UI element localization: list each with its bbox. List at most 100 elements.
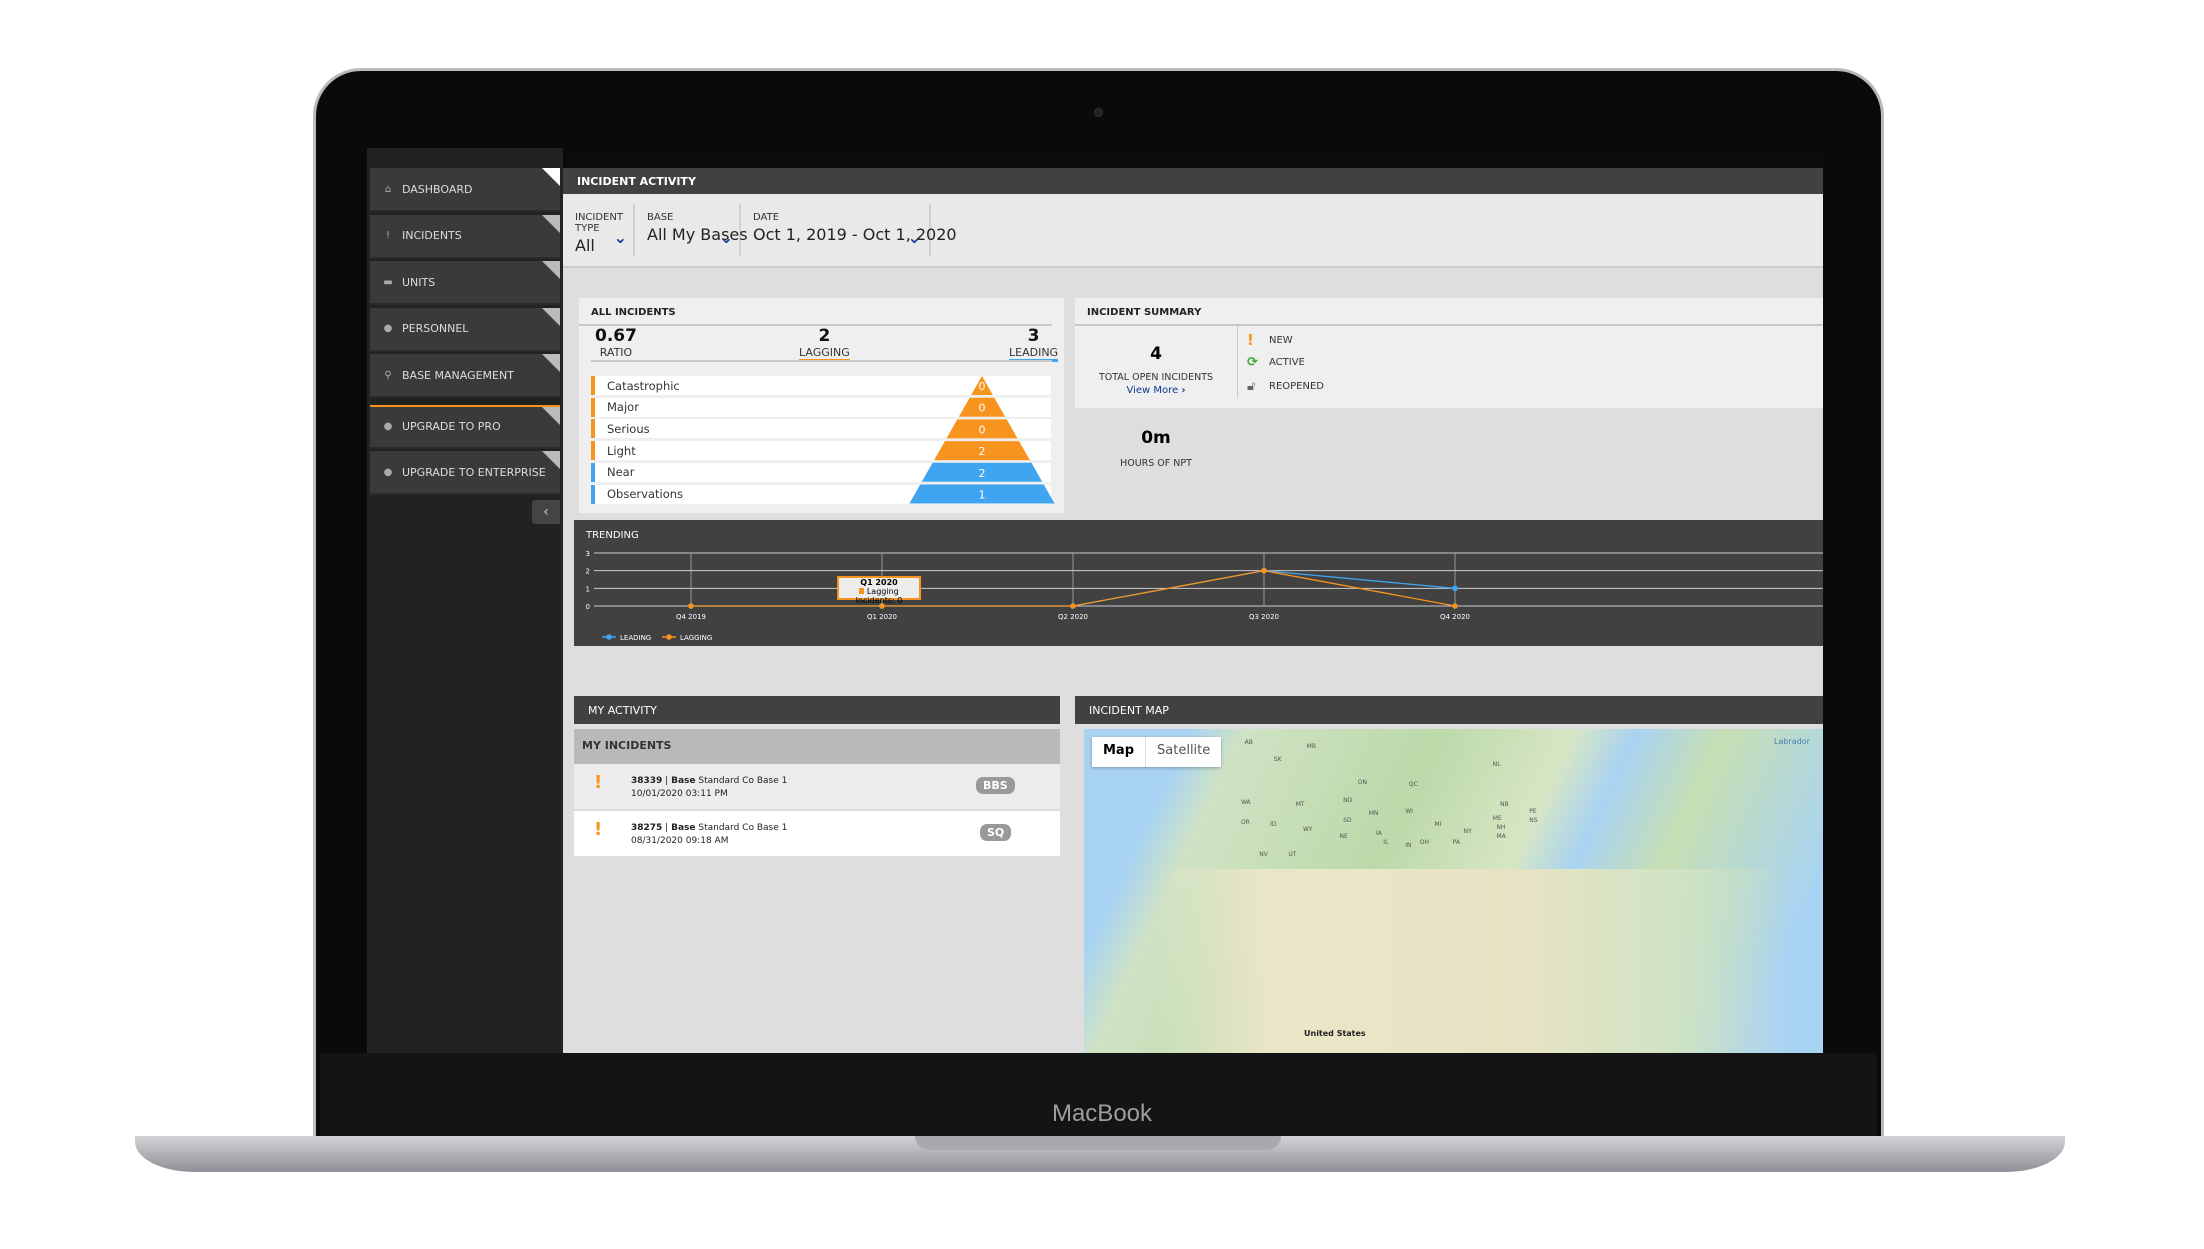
incident-map[interactable]: AB MB SK ON QC NL Labrador WA MT ND MN OR ID WY SD WI MI… xyxy=(1084,729,1823,1053)
chevron-left-icon[interactable]: ‹ xyxy=(532,500,560,524)
incident-type-badge: SQ xyxy=(980,824,1012,841)
map-label: MI xyxy=(1434,821,1442,829)
sidebar-item-label: UNITS xyxy=(402,275,436,289)
chevron-down-icon: ⌄ xyxy=(907,228,921,247)
data-point[interactable] xyxy=(1452,603,1458,609)
map-label: IA xyxy=(1376,830,1382,838)
divider xyxy=(1237,326,1238,398)
legend-label[interactable]: LEADING xyxy=(620,634,651,642)
map-label: NE xyxy=(1339,832,1348,840)
map-label: NV xyxy=(1259,850,1268,858)
chevron-right-icon: › xyxy=(1181,385,1186,396)
sidebar-item-label: INCIDENTS xyxy=(402,229,462,242)
map-label: MA xyxy=(1496,832,1506,840)
my-activity-header: MY ACTIVITY xyxy=(574,696,1060,724)
legend-marker xyxy=(606,634,612,640)
y-tick-label: 1 xyxy=(586,585,590,593)
filter-value: Oct 1, 2019 - Oct 1, 2020 xyxy=(753,225,957,244)
status-reopened: 🔓︎ REOPENED xyxy=(1247,379,1324,394)
x-tick-label: Q4 2019 xyxy=(676,613,706,621)
my-incidents-header: MY INCIDENTS xyxy=(574,729,1060,764)
badge-icon: ● xyxy=(383,421,393,432)
person-icon: ● xyxy=(383,323,393,334)
data-point[interactable] xyxy=(1452,585,1458,592)
npt-label: HOURS OF NPT xyxy=(1120,458,1192,469)
satellite-button[interactable]: Satellite xyxy=(1145,737,1221,767)
incident-list-item[interactable]: ! 38339 | Base Standard Co Base 1 10/01/… xyxy=(574,764,1060,809)
corner-marker xyxy=(542,354,560,372)
map-label: WI xyxy=(1405,807,1413,815)
laptop-notch xyxy=(915,1136,1281,1150)
data-point[interactable] xyxy=(688,603,694,609)
pyramid-value: 0 xyxy=(979,423,986,436)
map-label: ME xyxy=(1492,814,1502,822)
brand-label: MacBook xyxy=(1051,1100,1153,1127)
date-select[interactable]: DATE Oct 1, 2019 - Oct 1, 2020 ⌄ xyxy=(741,204,957,256)
data-point[interactable] xyxy=(1070,603,1076,609)
map-label: United States xyxy=(1304,1029,1366,1038)
sidebar-item-label: BASE MANAGEMENT xyxy=(402,368,514,382)
corner-marker xyxy=(542,261,560,279)
main-content: INCIDENT ACTIVITY INCIDENT TYPE All ⌄ BA… xyxy=(563,168,1823,1053)
map-label: ND xyxy=(1343,796,1353,804)
map-label: NB xyxy=(1500,801,1509,808)
exclamation-icon: ! xyxy=(385,230,390,241)
view-more-text: View More xyxy=(1126,385,1179,396)
truck-icon: ▬ xyxy=(383,276,393,288)
map-label: NS xyxy=(1529,816,1538,824)
sidebar-item-dashboard[interactable]: ⌂ DASHBOARD xyxy=(370,168,560,212)
map-label: QC xyxy=(1408,780,1418,788)
incident-type-badge: BBS xyxy=(976,777,1015,794)
sidebar-item-units[interactable]: ▬ UNITS xyxy=(370,261,560,305)
sidebar-item-upgrade-to-pro[interactable]: ● UPGRADE TO PRO xyxy=(370,404,560,449)
map-label: PA xyxy=(1452,839,1460,847)
incident-map-header: INCIDENT MAP xyxy=(1075,696,1823,724)
incident-id: 38275 xyxy=(631,823,663,833)
base-name: Standard Co Base 1 xyxy=(698,776,788,786)
sidebar-item-label: DASHBOARD xyxy=(402,182,473,196)
sidebar-item-label: UPGRADE TO ENTERPRISE xyxy=(402,465,546,479)
map-label: IL xyxy=(1383,839,1389,847)
chart-tooltip: Q1 2020 Lagging Incidents: 0 xyxy=(837,576,921,605)
filter-label: DATE xyxy=(753,212,780,223)
base-name: Standard Co Base 1 xyxy=(698,823,788,833)
legend-label[interactable]: LAGGING xyxy=(680,634,712,642)
pyramid-value: 1 xyxy=(979,489,986,502)
pyramid-value: 2 xyxy=(979,445,986,458)
status-active: ⟳ ACTIVE xyxy=(1247,355,1305,370)
map-label: IN xyxy=(1405,841,1412,849)
sidebar-item-incidents[interactable]: ! INCIDENTS xyxy=(370,214,560,259)
map-label: MT xyxy=(1295,801,1305,808)
view-more-link[interactable]: View More › xyxy=(1075,385,1237,396)
exclamation-icon: ! xyxy=(1247,331,1254,349)
incident-type-select[interactable]: INCIDENT TYPE All ⌄ xyxy=(563,204,635,256)
map-pin-icon: ⚲ xyxy=(384,369,392,381)
map-label: UT xyxy=(1288,850,1297,858)
npt-value: 0m xyxy=(1141,428,1171,448)
x-tick-label: Q3 2020 xyxy=(1249,613,1279,621)
sidebar-item-upgrade-to-enterprise[interactable]: ● UPGRADE TO ENTERPRISE xyxy=(370,451,560,495)
tooltip-title: Q1 2020 xyxy=(860,578,898,587)
data-point[interactable] xyxy=(1261,567,1267,574)
base-select[interactable]: BASE All My Bases ⌄ xyxy=(635,204,748,256)
incident-list-item[interactable]: ! 38275 | Base Standard Co Base 1 08/31/… xyxy=(574,811,1060,856)
pyramid-value: 0 xyxy=(979,402,986,415)
chevron-down-icon: ⌄ xyxy=(719,228,733,247)
status-label: REOPENED xyxy=(1269,381,1324,392)
x-tick-label: Q1 2020 xyxy=(867,613,897,621)
map-label: NL xyxy=(1492,760,1501,768)
filter-bar: INCIDENT TYPE All ⌄ BASE All My Bases ⌄ … xyxy=(563,194,1823,268)
corner-marker xyxy=(542,214,560,233)
map-label: WA xyxy=(1240,798,1251,806)
incident-date: 10/01/2020 03:11 PM xyxy=(631,789,728,799)
map-land xyxy=(1084,869,1823,1053)
corner-marker xyxy=(542,307,560,326)
sidebar-item-personnel[interactable]: ● PERSONNEL xyxy=(370,307,560,352)
map-button[interactable]: Map xyxy=(1092,737,1145,767)
map-type-control: Map Satellite xyxy=(1092,737,1222,767)
pyramid-chart: 0 0 0 2 2 1 xyxy=(909,376,1055,504)
panel-title: INCIDENT SUMMARY xyxy=(1075,298,1823,326)
sidebar-item-base-management[interactable]: ⚲ BASE MANAGEMENT xyxy=(370,354,560,398)
incident-summary-panel: INCIDENT SUMMARY 4 TOTAL OPEN INCIDENTS … xyxy=(1075,298,1823,408)
map-label: SK xyxy=(1273,756,1282,763)
